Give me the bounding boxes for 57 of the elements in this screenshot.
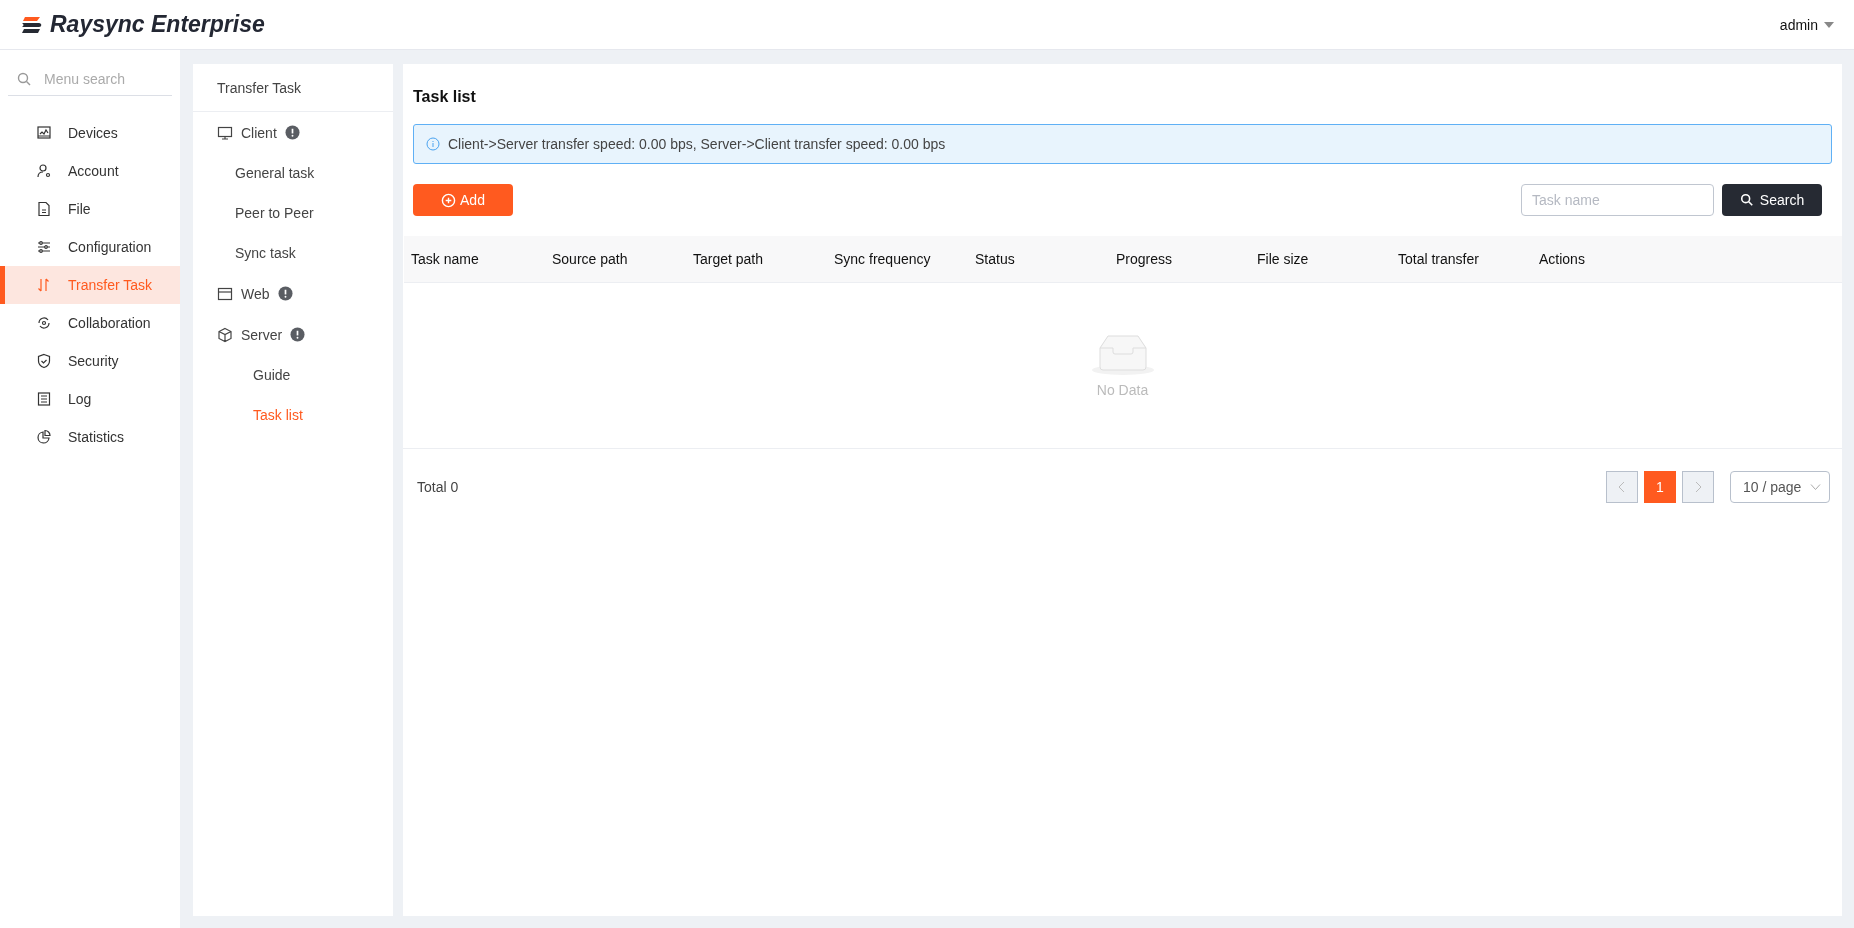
plus-circle-icon [441, 192, 457, 208]
monitor-icon [217, 124, 233, 141]
sliders-icon [36, 239, 52, 255]
warning-icon [284, 125, 300, 140]
shield-icon [36, 353, 52, 369]
warning-icon [277, 286, 293, 301]
column-header: Total transfer [1397, 251, 1480, 267]
column-header: Sync frequency [833, 251, 932, 267]
submenu-group[interactable]: Web [193, 273, 393, 314]
previous-page-button[interactable] [1606, 471, 1638, 503]
info-icon [426, 137, 440, 151]
search-button[interactable]: Search [1722, 184, 1822, 216]
column-header: File size [1256, 251, 1310, 267]
column-header: Task name [410, 251, 480, 267]
submenu-group[interactable]: Server [193, 314, 393, 355]
search-icon [16, 70, 32, 87]
sidebar-item[interactable]: File [0, 190, 180, 228]
search-icon [1739, 193, 1754, 207]
sidebar-item[interactable]: Log [0, 380, 180, 418]
column-header: Source path [551, 251, 629, 267]
empty-text: No Data [1096, 381, 1149, 398]
sidebar-item[interactable]: Collaboration [0, 304, 180, 342]
sidebar-item[interactable]: Devices [0, 114, 180, 152]
next-page-button[interactable] [1682, 471, 1714, 503]
page-title: Task list [412, 87, 477, 107]
sidebar-item[interactable]: Security [0, 342, 180, 380]
document-icon [36, 201, 52, 217]
submenu-group[interactable]: Client [193, 112, 393, 153]
chevron-down-icon [1810, 483, 1821, 491]
monitor-chart-icon [36, 125, 52, 141]
sync-circle-icon [36, 315, 52, 331]
column-header: Target path [692, 251, 765, 267]
sidebar-item[interactable]: Configuration [0, 228, 180, 266]
submenu-title: Transfer Task [193, 64, 393, 112]
brand-name: Raysync Enterprise [50, 11, 265, 38]
warning-icon [290, 327, 306, 342]
cube-icon [217, 326, 233, 343]
browser-window-icon [217, 285, 233, 302]
column-header: Actions [1538, 251, 1586, 267]
page-size-select[interactable]: 10 / page [1730, 471, 1830, 503]
sidebar-item[interactable]: Account [0, 152, 180, 190]
submenu-item[interactable]: Sync task [193, 233, 393, 273]
user-icon [36, 163, 52, 179]
submenu-item[interactable]: Guide [193, 355, 393, 395]
alert-text: Client->Server transfer speed: 0.00 bps, Server->Client transfer speed: 0.00 bps [448, 136, 946, 152]
caret-icon [1824, 21, 1834, 28]
submenu-item[interactable]: Peer to Peer [193, 193, 393, 233]
total-count: Total 0 [417, 479, 459, 495]
empty-tray-icon [1090, 333, 1155, 376]
user-menu[interactable]: admin [1779, 16, 1834, 33]
task-name-field[interactable]: Task name [1521, 184, 1714, 216]
submenu-item[interactable]: General task [193, 153, 393, 193]
column-header: Progress [1115, 251, 1174, 267]
list-icon [36, 391, 52, 407]
pie-chart-icon [36, 429, 52, 445]
sidebar-item[interactable]: Statistics [0, 418, 180, 456]
column-header: Status [974, 251, 1016, 267]
